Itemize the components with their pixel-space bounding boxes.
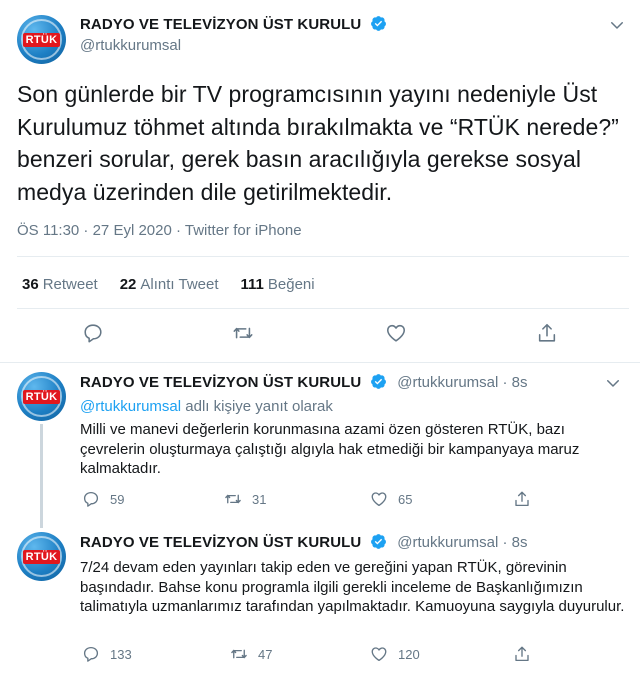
share-icon bbox=[515, 491, 529, 507]
avatar[interactable]: RTÜK bbox=[17, 15, 66, 64]
author-name[interactable]: RADYO VE TELEVİZYON ÜST KURULU bbox=[80, 374, 361, 391]
thread-connector bbox=[40, 424, 43, 528]
share-icon bbox=[515, 646, 529, 662]
author-name[interactable]: RADYO VE TELEVİZYON ÜST KURULU bbox=[80, 534, 361, 551]
like-icon[interactable] bbox=[385, 322, 407, 344]
reply-header[interactable]: RADYO VE TELEVİZYON ÜST KURULU @rtukkuru… bbox=[80, 373, 528, 392]
replying-to-text: adlı kişiye yanıt olarak bbox=[181, 398, 333, 415]
quote-label: Alıntı Tweet bbox=[140, 276, 219, 293]
reply-icon bbox=[83, 646, 99, 662]
avatar-logo-text: RTÜK bbox=[22, 32, 61, 47]
replying-to-link[interactable]: @rtukkurumsal bbox=[80, 398, 181, 415]
retweet-count: 47 bbox=[258, 646, 273, 662]
retweet-button[interactable]: 31 bbox=[224, 490, 266, 508]
like-icon bbox=[371, 647, 387, 662]
quote-count: 22 bbox=[119, 276, 137, 293]
tweet-stats: 36 Retweet 22 Alıntı Tweet 111 Beğeni bbox=[22, 276, 315, 293]
like-label: Beğeni bbox=[267, 276, 315, 293]
share-button[interactable] bbox=[513, 645, 541, 663]
reply-header[interactable]: RADYO VE TELEVİZYON ÜST KURULU @rtukkuru… bbox=[80, 533, 528, 552]
reply-count: 59 bbox=[110, 491, 125, 507]
author-handle[interactable]: @rtukkurumsal bbox=[80, 37, 181, 54]
author-handle[interactable]: @rtukkurumsal · 8s bbox=[397, 374, 527, 391]
chevron-down-icon[interactable] bbox=[608, 16, 626, 34]
reply-text: Milli ve manevi değerlerin korunmasına a… bbox=[80, 421, 580, 477]
reply-button[interactable]: 133 bbox=[82, 645, 132, 663]
retweet-count: 36 bbox=[22, 276, 39, 293]
like-count: 120 bbox=[398, 646, 420, 662]
avatar[interactable]: RTÜK bbox=[17, 372, 66, 421]
avatar-logo-text: RTÜK bbox=[22, 389, 61, 404]
retweet-stat[interactable]: 36 Retweet bbox=[22, 276, 98, 293]
retweet-icon bbox=[225, 494, 241, 504]
retweet-icon bbox=[231, 649, 247, 659]
retweet-label: Retweet bbox=[42, 276, 98, 293]
reply-icon[interactable] bbox=[82, 322, 104, 344]
chevron-down-icon[interactable] bbox=[604, 374, 622, 392]
divider bbox=[17, 308, 629, 309]
reply-text: 7/24 devam eden yayınları takip eden ve … bbox=[80, 559, 625, 615]
quote-stat[interactable]: 22 Alıntı Tweet bbox=[120, 276, 219, 293]
verified-badge-icon bbox=[370, 373, 387, 390]
tweet-text: Son günlerde bir TV programcısının yayın… bbox=[17, 81, 619, 205]
tweet-timestamp[interactable]: ÖS 11:30 · 27 Eyl 2020 · Twitter for iPh… bbox=[17, 222, 302, 239]
like-count: 65 bbox=[398, 491, 413, 507]
like-button[interactable]: 120 bbox=[370, 645, 420, 663]
like-button[interactable]: 65 bbox=[370, 490, 412, 508]
avatar-logo-text: RTÜK bbox=[22, 549, 61, 564]
tweet-actions bbox=[0, 322, 640, 348]
retweet-count: 31 bbox=[252, 491, 267, 507]
like-stat[interactable]: 111 Beğeni bbox=[241, 276, 315, 293]
like-count: 111 bbox=[240, 276, 264, 293]
share-icon[interactable] bbox=[536, 322, 558, 344]
avatar[interactable]: RTÜK bbox=[17, 532, 66, 581]
author-name-row[interactable]: RADYO VE TELEVİZYON ÜST KURULU bbox=[80, 15, 387, 34]
share-button[interactable] bbox=[513, 490, 541, 508]
divider bbox=[0, 362, 640, 363]
reply-button[interactable]: 59 bbox=[82, 490, 124, 508]
replying-to: @rtukkurumsal adlı kişiye yanıt olarak bbox=[80, 398, 333, 415]
author-name[interactable]: RADYO VE TELEVİZYON ÜST KURULU bbox=[80, 16, 361, 33]
retweet-button[interactable]: 47 bbox=[230, 645, 272, 663]
verified-badge-icon bbox=[370, 15, 387, 32]
verified-badge-icon bbox=[370, 533, 387, 550]
reply-count: 133 bbox=[110, 646, 132, 662]
retweet-icon[interactable] bbox=[232, 322, 254, 344]
divider bbox=[17, 256, 629, 257]
author-handle[interactable]: @rtukkurumsal · 8s bbox=[397, 534, 527, 551]
reply-icon bbox=[83, 491, 99, 507]
like-icon bbox=[371, 492, 387, 507]
